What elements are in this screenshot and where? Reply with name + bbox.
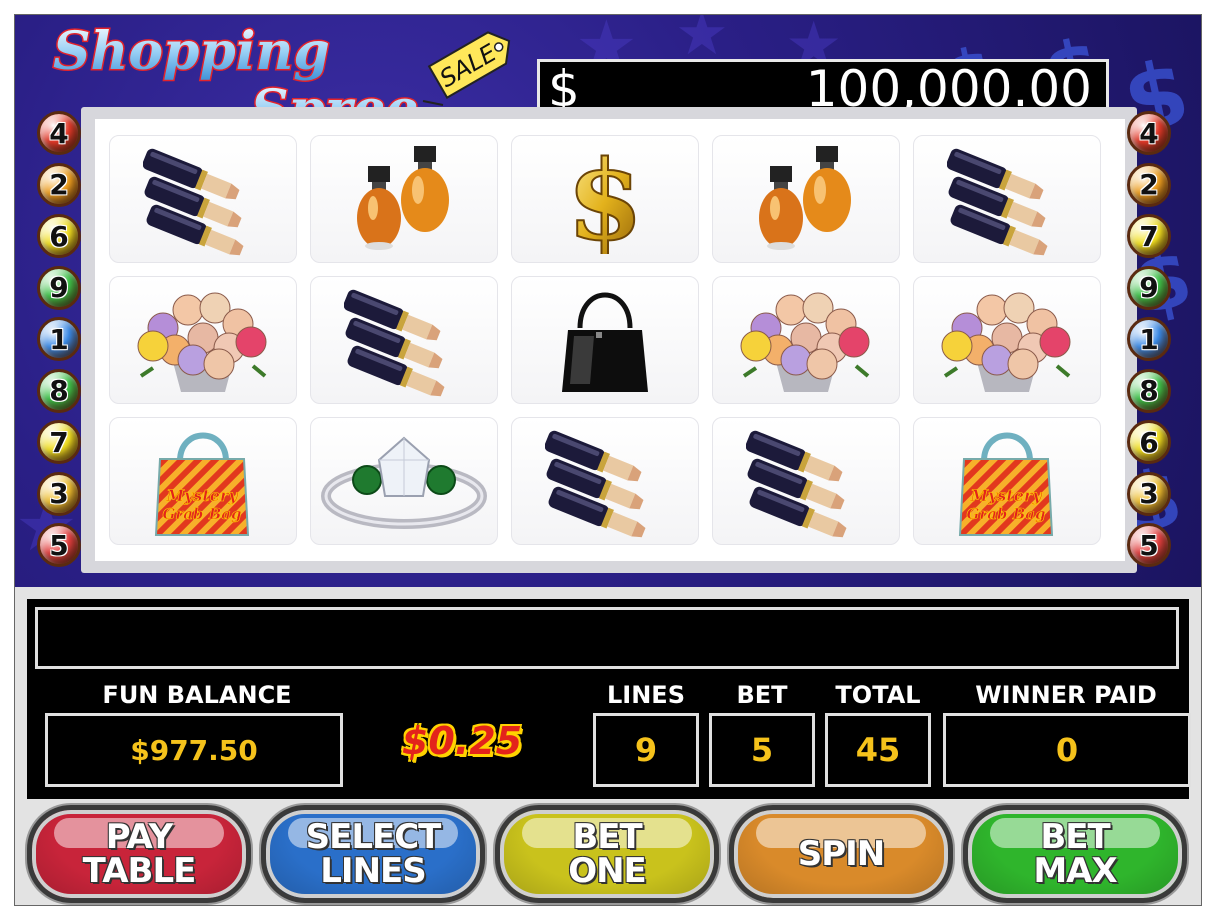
lines-value-box: 9 xyxy=(593,713,699,787)
spin-label: SPIN xyxy=(797,834,886,874)
svg-text:$: $ xyxy=(567,144,644,254)
payline-indicator-7[interactable]: 7 xyxy=(1127,214,1171,258)
total-label: TOTAL xyxy=(835,681,921,709)
reel-cell xyxy=(913,276,1101,404)
lines-label: LINES xyxy=(607,681,685,709)
total-value: 45 xyxy=(855,731,901,769)
lipstick-icon xyxy=(746,421,866,541)
reel-cell xyxy=(712,135,900,263)
payline-indicator-8[interactable]: 8 xyxy=(1127,368,1171,413)
lipstick-icon xyxy=(545,421,665,541)
payline-indicator-9[interactable]: 9 xyxy=(1127,265,1171,310)
payline-indicator-4[interactable]: 4 xyxy=(1127,111,1171,155)
bet-one-label: BET ONE xyxy=(568,817,647,891)
payline-indicator-8[interactable]: 8 xyxy=(37,368,81,413)
total-value-box: 45 xyxy=(825,713,931,787)
dollar-icon: $ xyxy=(545,144,665,254)
flowers-icon xyxy=(736,280,876,400)
reel-cell xyxy=(109,135,297,263)
payline-indicator-7[interactable]: 7 xyxy=(37,420,81,464)
payline-indicator-1[interactable]: 1 xyxy=(1127,317,1171,361)
reel-cell: $ xyxy=(511,135,699,263)
reel-cell: Mystery Grab Bag xyxy=(913,417,1101,545)
bet-value: 5 xyxy=(750,731,774,769)
reel-cell xyxy=(913,135,1101,263)
select-lines-label: SELECT LINES xyxy=(305,817,442,891)
winner-paid-value: 0 xyxy=(1055,731,1079,769)
control-area: FUN BALANCE $977.50 $0.25 LINES 9 BET 5 … xyxy=(15,587,1201,905)
svg-text:Grab Bag: Grab Bag xyxy=(162,505,241,523)
payline-indicator-5[interactable]: 5 xyxy=(37,523,81,567)
lines-value: 9 xyxy=(634,731,658,769)
pay-table-label: PAY TABLE xyxy=(82,817,197,891)
lipstick-icon xyxy=(947,139,1067,259)
payline-indicator-6[interactable]: 6 xyxy=(37,214,81,258)
reel-cell: Mystery Grab Bag xyxy=(109,417,297,545)
mystery-bag-icon: Mystery Grab Bag xyxy=(952,421,1062,541)
lipstick-icon xyxy=(143,139,263,259)
logo-title-line1: Shopping xyxy=(53,21,330,82)
reel-cell xyxy=(109,276,297,404)
bet-value-box: 5 xyxy=(709,713,815,787)
reel-area-background: ★ ★ ★ $ $ $ $ $ ★ Shopping Spree xyxy=(15,15,1201,587)
mystery-bag-icon: Mystery Grab Bag xyxy=(148,421,258,541)
payline-indicator-5[interactable]: 5 xyxy=(1127,523,1171,567)
lipstick-icon xyxy=(344,280,464,400)
payline-indicator-3[interactable]: 3 xyxy=(1127,471,1171,516)
reel-cell xyxy=(712,417,900,545)
ring-icon xyxy=(319,426,489,536)
info-panel: FUN BALANCE $977.50 $0.25 LINES 9 BET 5 … xyxy=(27,599,1191,799)
payline-indicator-4[interactable]: 4 xyxy=(37,111,81,155)
fun-balance-value-box: $977.50 xyxy=(45,713,343,787)
perfume-icon xyxy=(344,144,464,254)
message-display xyxy=(35,607,1179,669)
spin-button[interactable]: SPIN xyxy=(729,805,953,903)
payline-indicator-3[interactable]: 3 xyxy=(37,471,81,516)
payline-indicator-2[interactable]: 2 xyxy=(1127,162,1171,207)
perfume-icon xyxy=(746,144,866,254)
reel-cell xyxy=(712,276,900,404)
svg-text:Mystery: Mystery xyxy=(969,486,1043,505)
bet-one-button[interactable]: BET ONE xyxy=(495,805,719,903)
winner-paid-value-box: 0 xyxy=(943,713,1191,787)
reel-cell xyxy=(310,135,498,263)
flowers-icon xyxy=(133,280,273,400)
select-lines-button[interactable]: SELECT LINES xyxy=(261,805,485,903)
winner-paid-label: WINNER PAID xyxy=(975,681,1157,709)
pay-table-button[interactable]: PAY TABLE xyxy=(27,805,251,903)
bet-label: BET xyxy=(736,681,788,709)
bet-max-label: BET MAX xyxy=(1033,817,1117,891)
handbag-icon xyxy=(550,280,660,400)
fun-balance-label: FUN BALANCE xyxy=(102,681,292,709)
slot-machine: ★ ★ ★ $ $ $ $ $ ★ Shopping Spree xyxy=(14,14,1202,906)
payline-indicator-2[interactable]: 2 xyxy=(37,162,81,207)
reel-cell xyxy=(310,417,498,545)
payline-indicator-1[interactable]: 1 xyxy=(37,317,81,361)
payline-indicator-9[interactable]: 9 xyxy=(37,265,81,310)
bet-max-button[interactable]: BET MAX xyxy=(963,805,1187,903)
flowers-icon xyxy=(937,280,1077,400)
reel-cell xyxy=(511,276,699,404)
coin-value: $0.25 xyxy=(401,719,523,763)
fun-balance-value: $977.50 xyxy=(130,733,258,767)
reel-cell xyxy=(511,417,699,545)
svg-text:Grab Bag: Grab Bag xyxy=(966,505,1045,523)
reel-cell xyxy=(310,276,498,404)
svg-text:Mystery: Mystery xyxy=(165,486,239,505)
sale-tag-icon: SALE xyxy=(427,31,511,99)
payline-indicator-6[interactable]: 6 xyxy=(1127,420,1171,464)
